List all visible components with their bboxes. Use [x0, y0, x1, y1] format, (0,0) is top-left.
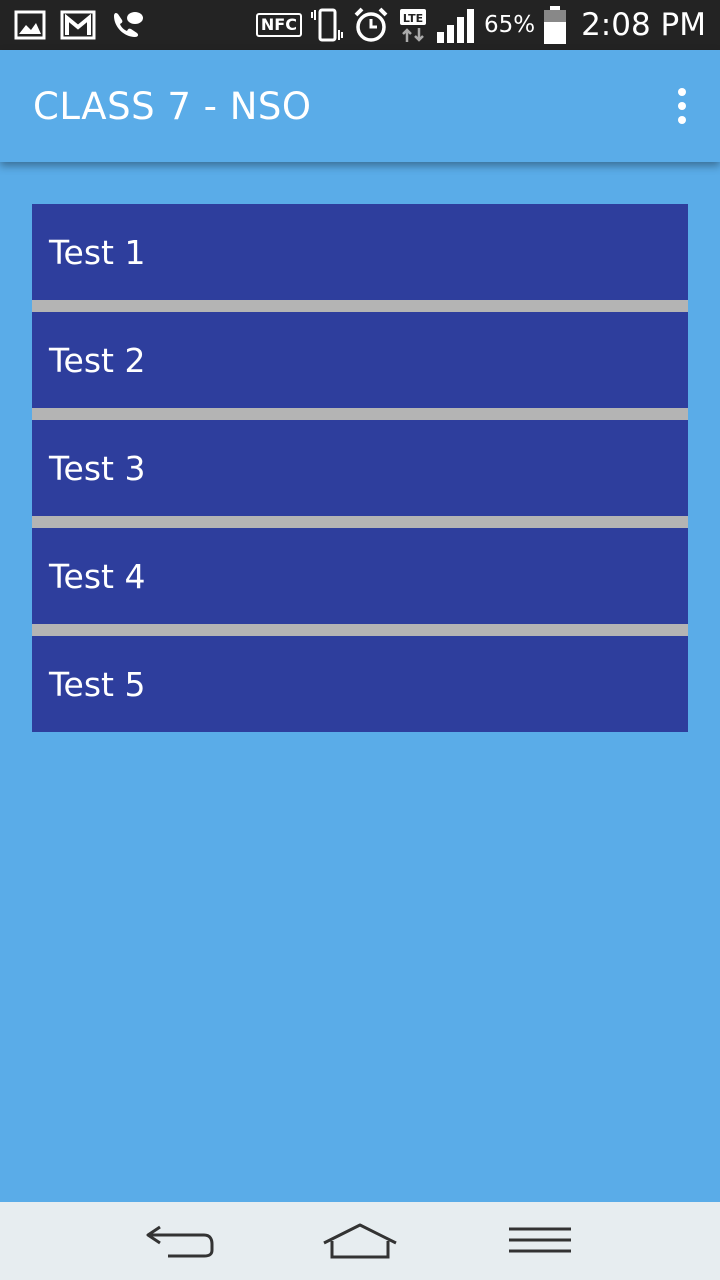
clock: 2:08 PM: [581, 7, 706, 43]
nfc-icon: NFC: [255, 13, 302, 37]
signal-icon: [436, 6, 476, 44]
svg-text:LTE: LTE: [403, 12, 423, 25]
notification-icons: [14, 10, 144, 40]
list-item-label: Test 3: [49, 448, 146, 488]
gmail-icon: [60, 10, 96, 40]
home-button[interactable]: [310, 1211, 410, 1271]
image-icon: [14, 10, 46, 40]
battery-percent: 65%: [483, 12, 536, 38]
back-button[interactable]: [130, 1211, 230, 1271]
menu-button[interactable]: [490, 1211, 590, 1271]
list-item-label: Test 1: [49, 232, 146, 272]
list-item-label: Test 2: [49, 340, 146, 380]
overflow-dot: [678, 88, 686, 96]
test-list: Test 1 Test 2 Test 3 Test 4 Test 5: [32, 204, 688, 732]
overflow-dot: [678, 102, 686, 110]
alarm-icon: [352, 6, 390, 44]
list-item-test-3[interactable]: Test 3: [32, 420, 688, 516]
overflow-menu-icon[interactable]: [672, 88, 692, 124]
status-bar: NFC LTE 65% 2:08 PM: [0, 0, 720, 50]
battery-icon: [543, 5, 567, 45]
overflow-dot: [678, 116, 686, 124]
lte-icon: LTE: [398, 6, 428, 44]
system-icons: NFC LTE 65% 2:08 PM: [255, 5, 706, 45]
list-item-label: Test 4: [49, 556, 146, 596]
app-bar: CLASS 7 - NSO: [0, 50, 720, 162]
list-item-test-2[interactable]: Test 2: [32, 312, 688, 408]
list-item-test-5[interactable]: Test 5: [32, 636, 688, 732]
navigation-bar: [0, 1202, 720, 1280]
vibrate-icon: [310, 6, 344, 44]
list-item-test-4[interactable]: Test 4: [32, 528, 688, 624]
chat-icon: [110, 10, 144, 40]
page-title: CLASS 7 - NSO: [33, 84, 312, 128]
menu-icon: [509, 1227, 571, 1253]
home-icon: [323, 1223, 397, 1259]
list-item-label: Test 5: [49, 664, 146, 704]
list-item-test-1[interactable]: Test 1: [32, 204, 688, 300]
back-icon: [146, 1225, 214, 1258]
